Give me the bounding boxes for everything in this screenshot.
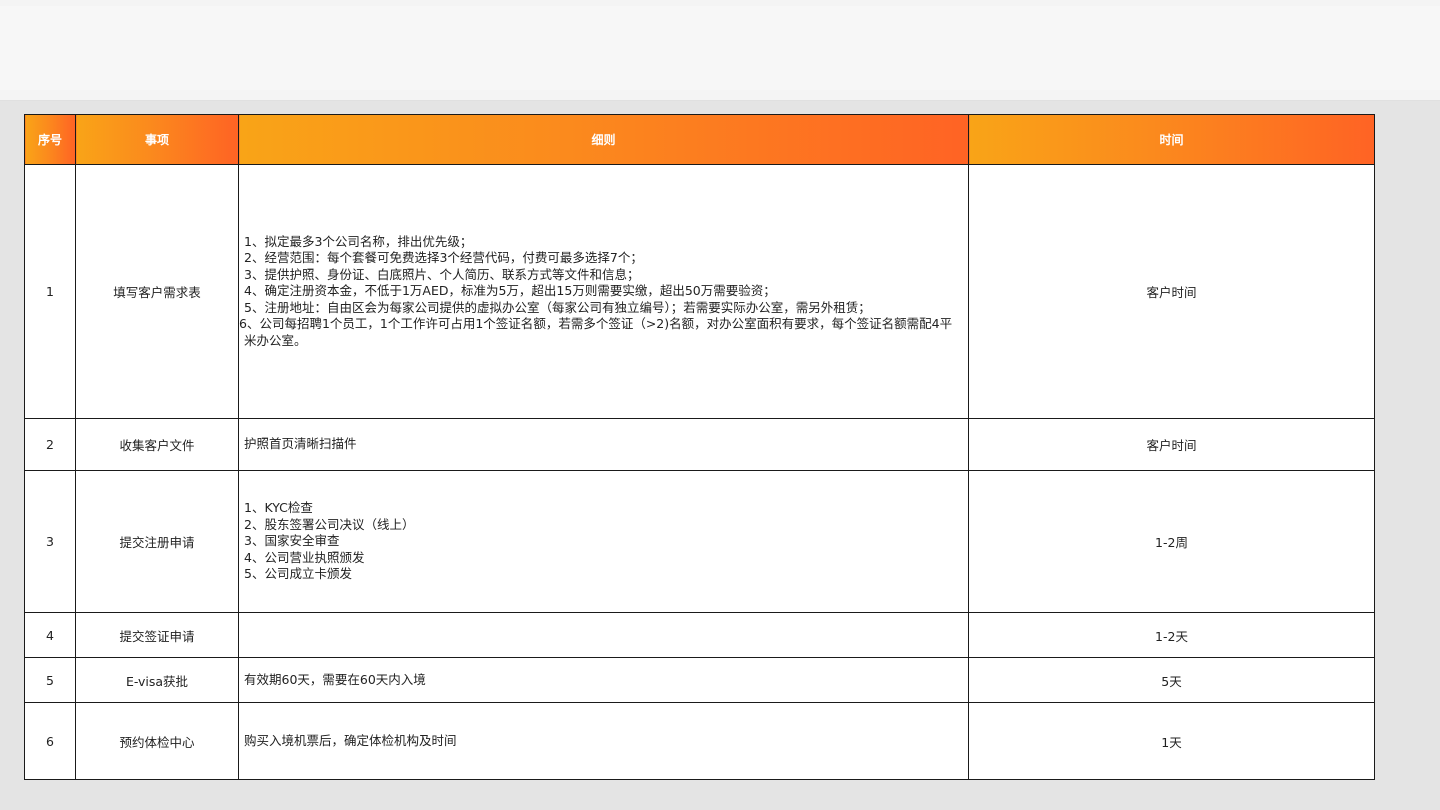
row-detail: 有效期60天，需要在60天内入境 xyxy=(238,657,969,703)
row-item: 提交签证申请 xyxy=(75,612,239,658)
detail-line: 4、确定注册资本金，不低于1万AED，标准为5万，超出15万则需要实缴，超出50… xyxy=(244,283,776,299)
table-row: 6 预约体检中心 购买入境机票后，确定体检机构及时间 1天 xyxy=(24,702,1375,780)
row-item: E-visa获批 xyxy=(75,657,239,703)
top-toolbar-area xyxy=(0,0,1440,101)
table-row: 1 填写客户需求表 1、拟定最多3个公司名称，排出优先级； 2、经营范围：每个套… xyxy=(24,164,1375,419)
process-table: 序号 事项 细则 时间 1 填写客户需求表 1、拟定最多3个公司名称，排出优先级… xyxy=(24,114,1375,780)
toolbar-strip xyxy=(0,6,1440,90)
row-time: 客户时间 xyxy=(968,164,1375,419)
detail-line: 5、注册地址：自由区会为每家公司提供的虚拟办公室（每家公司有独立编号）；若需要实… xyxy=(244,299,871,315)
table-row: 2 收集客户文件 护照首页清晰扫描件 客户时间 xyxy=(24,418,1375,471)
row-detail: 护照首页清晰扫描件 xyxy=(238,418,969,471)
table-row: 5 E-visa获批 有效期60天，需要在60天内入境 5天 xyxy=(24,657,1375,703)
row-item: 收集客户文件 xyxy=(75,418,239,471)
row-index: 4 xyxy=(24,612,76,658)
process-table-sheet: 序号 事项 细则 时间 1 填写客户需求表 1、拟定最多3个公司名称，排出优先级… xyxy=(24,114,1375,780)
detail-line: 护照首页清晰扫描件 xyxy=(244,436,357,452)
row-time: 1-2天 xyxy=(968,612,1375,658)
row-time: 1-2周 xyxy=(968,470,1375,613)
table-row: 4 提交签证申请 1-2天 xyxy=(24,612,1375,658)
row-item: 预约体检中心 xyxy=(75,702,239,780)
row-detail: 1、拟定最多3个公司名称，排出优先级； 2、经营范围：每个套餐可免费选择3个经营… xyxy=(238,164,969,419)
header-detail: 细则 xyxy=(238,114,969,165)
header-index: 序号 xyxy=(24,114,76,165)
row-detail: 购买入境机票后，确定体检机构及时间 xyxy=(238,702,969,780)
row-index: 1 xyxy=(24,164,76,419)
header-time: 时间 xyxy=(968,114,1375,165)
row-index: 5 xyxy=(24,657,76,703)
row-item: 提交注册申请 xyxy=(75,470,239,613)
detail-line: 3、提供护照、身份证、白底照片、个人简历、联系方式等文件和信息； xyxy=(244,266,640,282)
detail-line: 2、股东签署公司决议（线上） xyxy=(244,516,415,532)
row-time: 客户时间 xyxy=(968,418,1375,471)
detail-line: 4、公司营业执照颁发 xyxy=(244,549,365,565)
row-item: 填写客户需求表 xyxy=(75,164,239,419)
table-row: 3 提交注册申请 1、KYC检查 2、股东签署公司决议（线上） 3、国家安全审查… xyxy=(24,470,1375,613)
header-item: 事项 xyxy=(75,114,239,165)
detail-line: 3、国家安全审查 xyxy=(244,533,340,549)
row-detail: 1、KYC检查 2、股东签署公司决议（线上） 3、国家安全审查 4、公司营业执照… xyxy=(238,470,969,613)
row-index: 3 xyxy=(24,470,76,613)
table-header-row: 序号 事项 细则 时间 xyxy=(24,114,1375,165)
row-detail xyxy=(238,612,969,658)
row-time: 5天 xyxy=(968,657,1375,703)
detail-line: 1、拟定最多3个公司名称，排出优先级； xyxy=(244,233,473,249)
row-index: 6 xyxy=(24,702,76,780)
row-index: 2 xyxy=(24,418,76,471)
detail-line: 5、公司成立卡颁发 xyxy=(244,566,352,582)
row-time: 1天 xyxy=(968,702,1375,780)
detail-line: 1、KYC检查 xyxy=(244,500,313,516)
detail-line: 购买入境机票后，确定体检机构及时间 xyxy=(244,732,457,748)
detail-line: 有效期60天，需要在60天内入境 xyxy=(244,671,426,687)
detail-line: 2、经营范围：每个套餐可免费选择3个经营代码，付费可最多选择7个； xyxy=(244,250,643,266)
detail-line: 6、公司每招聘1个员工，1个工作许可占用1个签证名额，若需多个签证（>2)名额，… xyxy=(239,316,953,348)
